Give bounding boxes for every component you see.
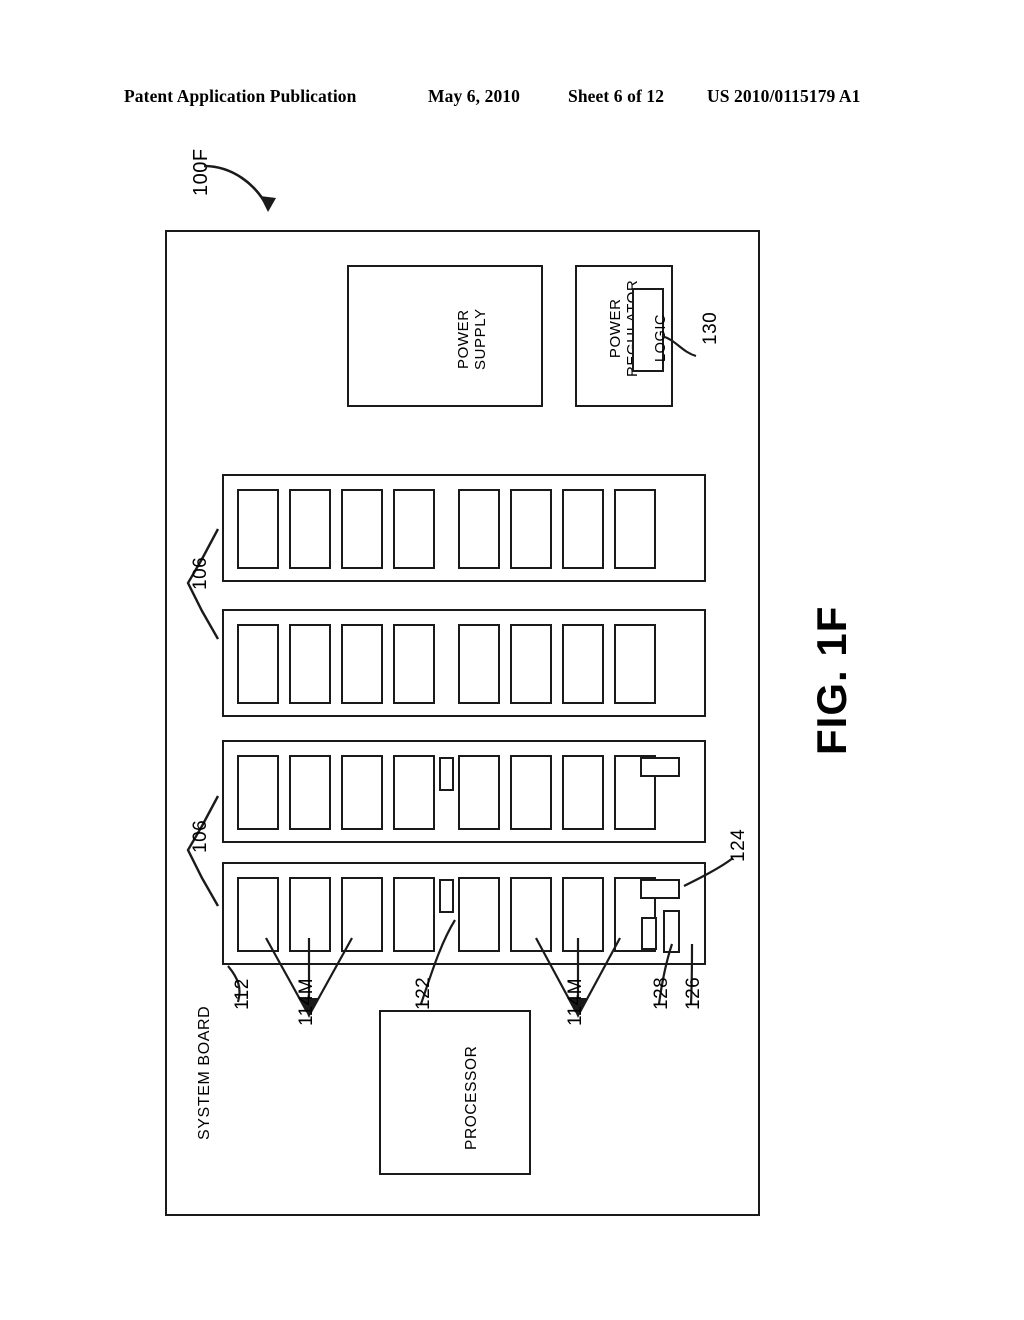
reference-numeral-114M-upper: 114M (296, 977, 317, 1026)
reference-numeral-124: 124 (728, 828, 749, 862)
reference-numeral-106-lower: 106 (190, 819, 211, 853)
memory-chip (289, 877, 331, 952)
memory-chip (510, 877, 552, 952)
memory-chip (237, 624, 279, 704)
memory-chip (289, 755, 331, 830)
memory-chip (562, 489, 604, 569)
memory-chip (341, 624, 383, 704)
memory-module-row-2 (222, 609, 706, 717)
reference-numeral-128: 128 (651, 976, 672, 1010)
right-wide-component (640, 879, 680, 899)
memory-chip (458, 877, 500, 952)
reference-numeral-112: 112 (232, 978, 253, 1010)
memory-module-row-3 (222, 740, 706, 843)
memory-chip (393, 624, 435, 704)
reference-numeral-130: 130 (700, 311, 721, 345)
memory-chip (393, 489, 435, 569)
memory-chip (458, 755, 500, 830)
memory-module-row-4 (222, 862, 706, 965)
memory-chip (614, 624, 656, 704)
memory-chip (562, 877, 604, 952)
processor-box (379, 1010, 531, 1175)
memory-chip (237, 489, 279, 569)
memory-chip (237, 755, 279, 830)
reference-numeral-106-upper: 106 (190, 556, 211, 590)
power-supply-box (347, 265, 543, 407)
power-supply-label-line-1: POWER (455, 309, 472, 369)
right-wide-component (640, 757, 680, 777)
memory-chip (510, 489, 552, 569)
figure-caption: FIG. 1F (808, 605, 855, 755)
memory-chip (341, 877, 383, 952)
memory-chip (393, 755, 435, 830)
system-board-label: SYSTEM BOARD (196, 1005, 213, 1140)
memory-chip (289, 489, 331, 569)
reference-numeral-114M-lower: 114M (565, 977, 586, 1026)
middle-small-component (439, 879, 454, 913)
memory-chip (510, 755, 552, 830)
memory-chip (562, 624, 604, 704)
memory-chip (393, 877, 435, 952)
reference-numeral-126: 126 (683, 976, 704, 1010)
right-small-component-126 (663, 910, 680, 953)
memory-chip (458, 489, 500, 569)
power-supply-label: POWER SUPPLY (455, 308, 490, 370)
memory-chip (562, 755, 604, 830)
memory-chip (341, 489, 383, 569)
memory-chip (289, 624, 331, 704)
memory-chip (510, 624, 552, 704)
memory-chip (341, 755, 383, 830)
patent-figure: 100F SYSTEM BOARD POWERSUPPLY POWERREGUL… (0, 0, 1024, 1320)
middle-small-component (439, 757, 454, 791)
memory-module-row-1 (222, 474, 706, 582)
processor-label: PROCESSOR (463, 1045, 480, 1150)
right-small-component-128 (641, 917, 657, 950)
memory-chip (237, 877, 279, 952)
memory-chip (458, 624, 500, 704)
reference-numeral-122: 122 (413, 976, 434, 1010)
power-supply-label-line-2: SUPPLY (472, 308, 490, 370)
memory-chip (614, 489, 656, 569)
leader-arrow-100F (203, 164, 276, 212)
power-regulator-label-line-1: POWER (607, 298, 624, 359)
